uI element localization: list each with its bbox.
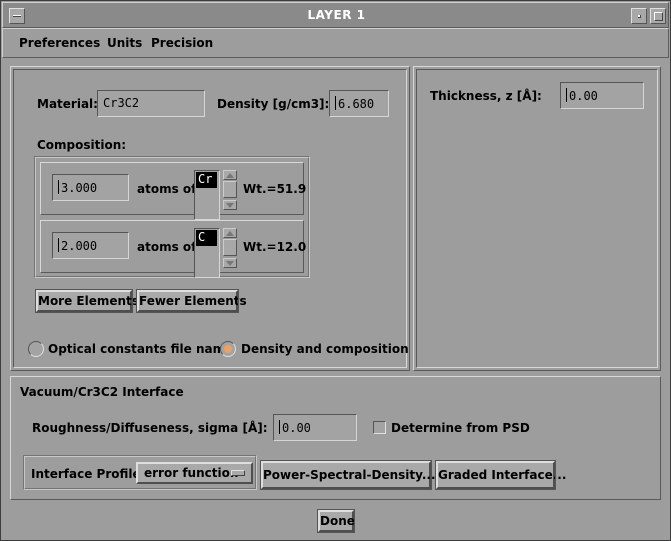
element-selected-2[interactable]: C [196,230,217,246]
power-spectral-density-button[interactable]: Power-Spectral-Density... [260,460,436,490]
interface-profile-select[interactable]: error function [136,462,253,484]
title-bar[interactable]: LAYER 1 [2,2,669,28]
fewer-elements-button[interactable]: Fewer Elements [136,289,247,313]
option-menu-indicator-icon [231,470,245,476]
text-caret [566,88,568,102]
density-input[interactable]: 6.680 [329,90,389,117]
graded-interface-button[interactable]: Graded Interface... [435,460,566,490]
roughness-label: Roughness/Diffuseness, sigma [Å]: [32,421,268,435]
menu-bar: Preferences Units Precision [2,28,669,58]
thickness-value: 0.00 [569,89,598,103]
maximize-icon [654,12,663,21]
atoms-input-1[interactable]: 3.000 [52,174,129,201]
scroll-down-arrow-icon[interactable] [223,200,237,210]
element-list-2[interactable]: C [194,228,220,278]
density-composition-label[interactable]: Density and composition [241,342,409,356]
roughness-value: 0.00 [282,421,311,435]
scroll-up-arrow-icon[interactable] [223,170,237,180]
element-scrollbar-1[interactable] [223,170,237,210]
composition-label: Composition: [37,138,127,152]
density-composition-radio[interactable] [220,341,236,357]
thickness-input[interactable]: 0.00 [560,82,644,109]
text-caret [335,96,337,110]
maximize-button[interactable] [650,8,666,24]
thickness-panel-inner [416,69,658,368]
done-button[interactable]: Done [317,509,355,533]
element-list-1[interactable]: Cr [194,170,220,220]
interface-profile-value: error function [144,466,239,480]
more-elements-button[interactable]: More Elements [35,289,139,313]
optical-constants-label[interactable]: Optical constants file name [48,342,233,356]
atoms-value-2: 2.000 [61,239,98,253]
minimize-button[interactable] [631,8,647,24]
material-input[interactable]: Cr3C2 [97,90,205,117]
roughness-input[interactable]: 0.00 [273,414,357,441]
material-label: Material: [37,97,98,111]
text-caret [58,180,60,194]
material-value: Cr3C2 [103,96,140,110]
atoms-value-1: 3.000 [61,181,98,195]
minimize-icon [638,15,641,18]
element-selected-1[interactable]: Cr [196,172,217,188]
interface-title: Vacuum/Cr3C2 Interface [20,385,184,399]
determine-psd-label[interactable]: Determine from PSD [391,421,530,435]
interface-profile-label: Interface Profile: [31,467,146,481]
scroll-up-arrow-icon[interactable] [223,228,237,238]
window-menu-button[interactable] [9,8,25,24]
text-caret [58,238,60,252]
atoms-of-label-2: atoms of [137,240,197,254]
element-scrollbar-2[interactable] [223,228,237,268]
text-caret [279,420,281,434]
density-label: Density [g/cm3]: [217,97,330,111]
thickness-panel [413,66,661,371]
atoms-input-2[interactable]: 2.000 [52,232,129,259]
scroll-thumb[interactable] [223,239,237,256]
menu-preferences[interactable]: Preferences [19,36,100,50]
window-title: LAYER 1 [307,8,366,22]
weight-label-2: Wt.=12.0 [243,240,307,254]
weight-label-1: Wt.=51.9 [243,182,307,196]
atoms-of-label-1: atoms of [137,182,197,196]
determine-psd-checkbox[interactable] [373,421,386,434]
window-menu-icon [13,15,21,17]
menu-units[interactable]: Units [107,36,142,50]
thickness-label: Thickness, z [Å]: [430,89,542,103]
density-value: 6.680 [338,97,375,111]
menu-precision[interactable]: Precision [151,36,213,50]
optical-constants-radio[interactable] [28,341,44,357]
scroll-down-arrow-icon[interactable] [223,258,237,268]
scroll-thumb[interactable] [223,181,237,198]
